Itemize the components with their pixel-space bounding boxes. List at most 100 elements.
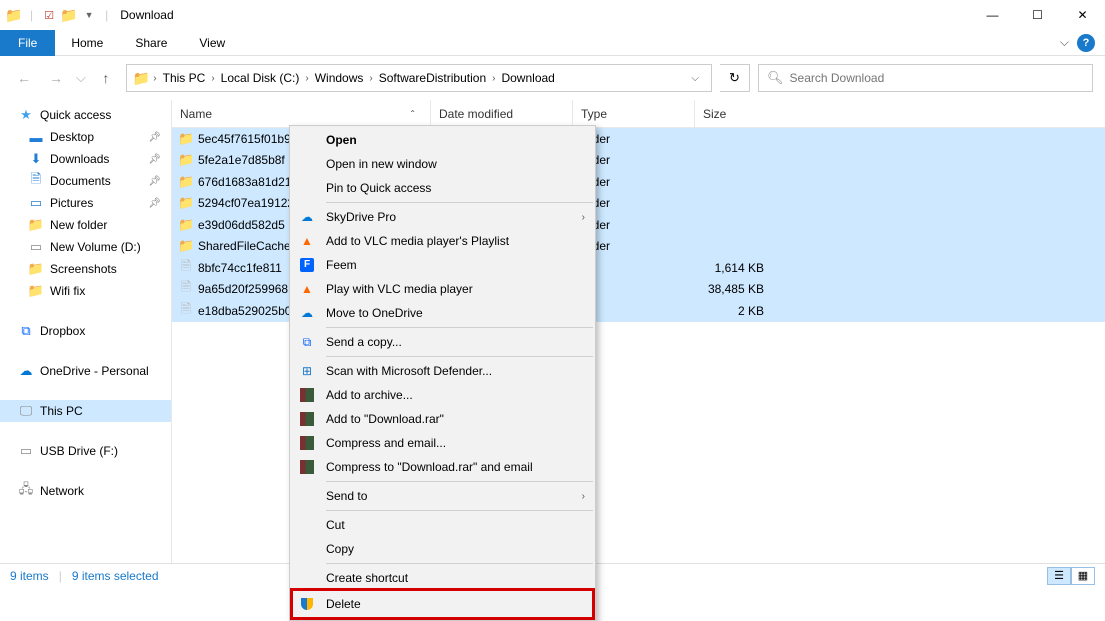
ctx-scan-defender[interactable]: ⊞ Scan with Microsoft Defender... bbox=[292, 359, 593, 383]
pictures-icon: ▭ bbox=[28, 195, 44, 211]
crumb-windows[interactable]: Windows bbox=[310, 71, 369, 85]
ctx-open[interactable]: Open bbox=[292, 128, 593, 152]
ctx-copy[interactable]: Copy bbox=[292, 537, 593, 561]
sidebar-pictures[interactable]: ▭ Pictures 📌︎ bbox=[0, 192, 171, 214]
column-type[interactable]: Type bbox=[572, 100, 694, 127]
ctx-label: SkyDrive Pro bbox=[326, 210, 396, 224]
crumb-this-pc[interactable]: This PC bbox=[158, 71, 211, 85]
maximize-button[interactable]: ☐ bbox=[1015, 0, 1060, 30]
archive-icon bbox=[298, 410, 316, 428]
folder-icon: 📁 bbox=[178, 195, 194, 211]
address-dropdown-icon[interactable]: ⌵ bbox=[685, 73, 705, 84]
sidebar-quick-access[interactable]: ★ Quick access bbox=[0, 104, 171, 126]
file-name: 5ec45f7615f01b9 bbox=[198, 132, 291, 146]
back-button[interactable]: ← bbox=[12, 66, 36, 90]
sidebar-screenshots[interactable]: 📁 Screenshots bbox=[0, 258, 171, 280]
separator bbox=[326, 563, 593, 564]
context-menu: Open Open in new window Pin to Quick acc… bbox=[289, 125, 596, 621]
details-view-button[interactable]: ☰ bbox=[1047, 567, 1071, 585]
folder-icon: 📁 bbox=[178, 152, 194, 168]
ctx-skydrive[interactable]: ☁ SkyDrive Pro › bbox=[292, 205, 593, 229]
sidebar-this-pc[interactable]: 🖵 This PC bbox=[0, 400, 171, 422]
ctx-label: Open bbox=[326, 133, 357, 147]
ctx-compress-rar-email[interactable]: Compress to "Download.rar" and email bbox=[292, 455, 593, 479]
sidebar-downloads[interactable]: ⬇ Downloads 📌︎ bbox=[0, 148, 171, 170]
ctx-open-new-window[interactable]: Open in new window bbox=[292, 152, 593, 176]
sidebar-new-volume[interactable]: ▭ New Volume (D:) bbox=[0, 236, 171, 258]
feem-icon: F bbox=[298, 256, 316, 274]
ctx-label: Add to VLC media player's Playlist bbox=[326, 234, 509, 248]
ctx-send-to[interactable]: Send to › bbox=[292, 484, 593, 508]
view-toggle: ☰ ▦ bbox=[1047, 567, 1095, 585]
ctx-send-copy[interactable]: ⧉ Send a copy... bbox=[292, 330, 593, 354]
folder-icon: 📁 bbox=[178, 238, 194, 254]
vlc-icon: ▲ bbox=[298, 280, 316, 298]
sidebar-dropbox[interactable]: ⧉ Dropbox bbox=[0, 320, 171, 342]
ctx-vlc-play[interactable]: ▲ Play with VLC media player bbox=[292, 277, 593, 301]
ctx-feem[interactable]: F Feem bbox=[292, 253, 593, 277]
sidebar-new-folder[interactable]: 📁 New folder bbox=[0, 214, 171, 236]
help-icon[interactable]: ? bbox=[1077, 34, 1095, 52]
ctx-label: Pin to Quick access bbox=[326, 181, 431, 195]
view-tab[interactable]: View bbox=[183, 30, 241, 56]
search-input[interactable] bbox=[790, 71, 1084, 85]
forward-button[interactable]: → bbox=[44, 66, 68, 90]
sidebar-desktop[interactable]: ▬ Desktop 📌︎ bbox=[0, 126, 171, 148]
share-tab[interactable]: Share bbox=[119, 30, 183, 56]
sidebar-usb[interactable]: ▭ USB Drive (F:) bbox=[0, 440, 171, 462]
ctx-add-rar[interactable]: Add to "Download.rar" bbox=[292, 407, 593, 431]
separator bbox=[326, 510, 593, 511]
sidebar-documents[interactable]: 🗎 Documents 📌︎ bbox=[0, 170, 171, 192]
column-size[interactable]: Size bbox=[694, 100, 772, 127]
icons-view-button[interactable]: ▦ bbox=[1071, 567, 1095, 585]
search-box[interactable]: 🔍︎ bbox=[758, 64, 1093, 92]
close-button[interactable]: ✕ bbox=[1060, 0, 1105, 30]
dropbox-icon: ⧉ bbox=[18, 323, 34, 339]
separator bbox=[326, 327, 593, 328]
sidebar-network[interactable]: 🖧 Network bbox=[0, 480, 171, 502]
address-bar[interactable]: 📁 › This PC › Local Disk (C:) › Windows … bbox=[126, 64, 712, 92]
ctx-delete[interactable]: Delete bbox=[292, 590, 593, 618]
folder-icon: 📁 bbox=[6, 7, 22, 23]
status-selected: 9 items selected bbox=[72, 569, 159, 583]
sidebar-label: This PC bbox=[40, 404, 83, 418]
file-tab[interactable]: File bbox=[0, 30, 55, 56]
minimize-button[interactable]: — bbox=[970, 0, 1015, 30]
refresh-button[interactable]: ↻ bbox=[720, 64, 750, 92]
home-tab[interactable]: Home bbox=[55, 30, 119, 56]
folder-icon: 📁 bbox=[178, 131, 194, 147]
ctx-label: Send to bbox=[326, 489, 367, 503]
sidebar-wifi-fix[interactable]: 📁 Wifi fix bbox=[0, 280, 171, 302]
ctx-create-shortcut[interactable]: Create shortcut bbox=[292, 566, 593, 590]
usb-icon: ▭ bbox=[18, 443, 34, 459]
crumb-download[interactable]: Download bbox=[496, 71, 559, 85]
ctx-vlc-playlist[interactable]: ▲ Add to VLC media player's Playlist bbox=[292, 229, 593, 253]
titlebar: 📁 | ☑ 📁 ▼ | Download — ☐ ✕ bbox=[0, 0, 1105, 30]
ctx-label: Scan with Microsoft Defender... bbox=[326, 364, 492, 378]
up-button[interactable]: ↑ bbox=[94, 66, 118, 90]
ctx-add-archive[interactable]: Add to archive... bbox=[292, 383, 593, 407]
archive-icon bbox=[298, 434, 316, 452]
separator bbox=[326, 202, 593, 203]
sidebar-onedrive[interactable]: ☁ OneDrive - Personal bbox=[0, 360, 171, 382]
ctx-pin-quick-access[interactable]: Pin to Quick access bbox=[292, 176, 593, 200]
history-dropdown-icon[interactable]: ⌵ bbox=[76, 70, 86, 86]
ctx-cut[interactable]: Cut bbox=[292, 513, 593, 537]
crumb-local-disk[interactable]: Local Disk (C:) bbox=[216, 71, 305, 85]
sidebar-label: Desktop bbox=[50, 130, 94, 144]
search-icon: 🔍︎ bbox=[767, 70, 784, 86]
column-name[interactable]: Name ⌃ bbox=[172, 107, 430, 121]
file-name: 676d1683a81d21 bbox=[198, 175, 291, 189]
ctx-label: Move to OneDrive bbox=[326, 306, 423, 320]
sidebar-label: USB Drive (F:) bbox=[40, 444, 118, 458]
ribbon-collapse-icon[interactable]: ⌵ bbox=[1060, 35, 1069, 50]
ctx-compress-email[interactable]: Compress and email... bbox=[292, 431, 593, 455]
checkbox-icon[interactable]: ☑ bbox=[41, 7, 57, 23]
ribbon-tabs: File Home Share View ⌵ ? bbox=[0, 30, 1105, 56]
qat-dropdown-icon[interactable]: ▼ bbox=[81, 7, 97, 23]
ctx-onedrive[interactable]: ☁ Move to OneDrive bbox=[292, 301, 593, 325]
separator bbox=[326, 481, 593, 482]
column-date[interactable]: Date modified bbox=[430, 100, 572, 127]
crumb-softwaredistribution[interactable]: SoftwareDistribution bbox=[374, 71, 491, 85]
archive-icon bbox=[298, 386, 316, 404]
